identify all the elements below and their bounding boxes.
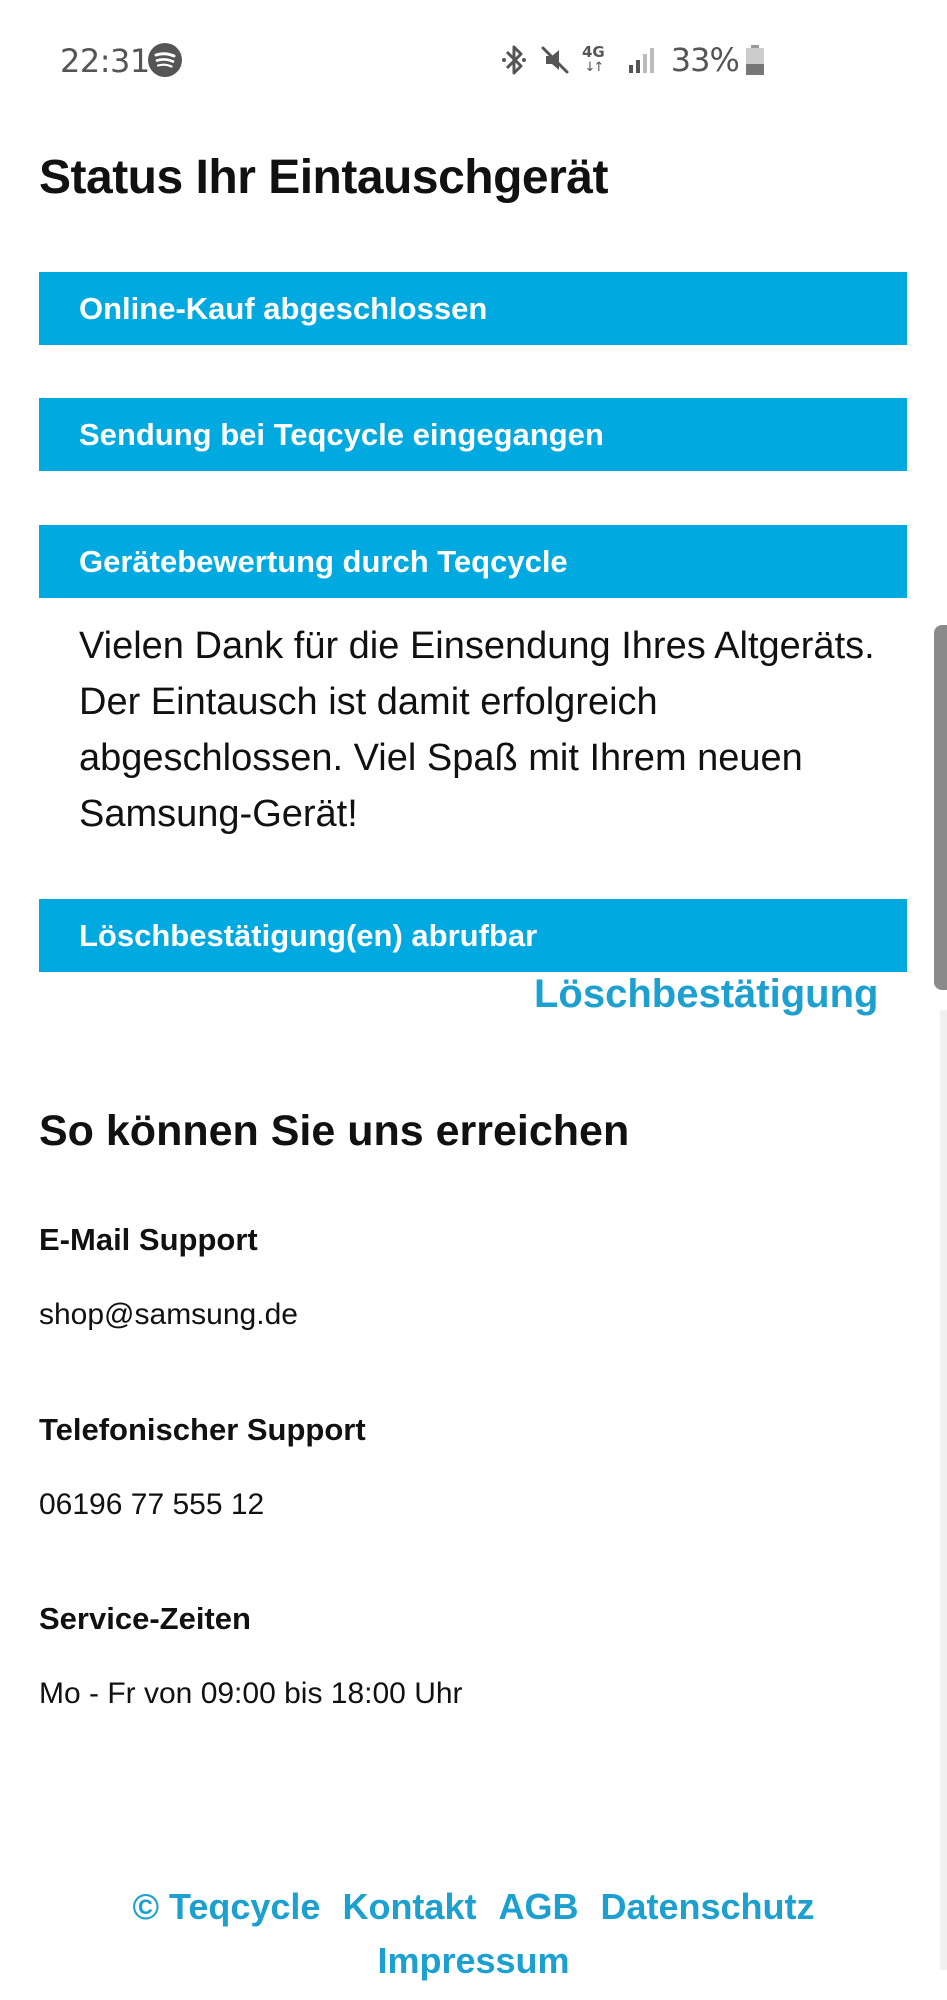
phone-support-value[interactable]: 06196 77 555 12	[39, 1488, 264, 1522]
footer-copyright-link[interactable]: © Teqcycle	[133, 1880, 321, 1934]
phone-support-heading: Telefonischer Support	[39, 1412, 366, 1447]
step-shipment-received: Sendung bei Teqcycle eingegangen	[39, 398, 907, 471]
bluetooth-icon	[500, 42, 528, 78]
footer-terms-link[interactable]: AGB	[498, 1880, 578, 1934]
spotify-icon	[148, 43, 182, 77]
footer-row-primary: © Teqcycle Kontakt AGB Datenschutz	[0, 1880, 947, 1934]
step-label: Online-Kauf abgeschlossen	[79, 290, 488, 326]
step-label: Löschbestätigung(en) abrufbar	[79, 917, 538, 953]
email-support-heading: E-Mail Support	[39, 1222, 258, 1257]
email-support-value[interactable]: shop@samsung.de	[39, 1298, 298, 1332]
footer-row-secondary: Impressum	[0, 1934, 947, 1988]
step-label: Sendung bei Teqcycle eingegangen	[79, 416, 604, 452]
signal-icon	[627, 45, 657, 75]
step-label: Gerätebewertung durch Teqcycle	[79, 543, 568, 579]
mute-icon	[538, 43, 572, 77]
footer-privacy-link[interactable]: Datenschutz	[600, 1880, 814, 1934]
deletion-confirmation-link[interactable]: Löschbestätigung	[534, 972, 878, 1017]
scrollbar-thumb[interactable]	[934, 625, 947, 990]
service-hours-heading: Service-Zeiten	[39, 1601, 251, 1636]
battery-icon	[745, 44, 765, 76]
footer-contact-link[interactable]: Kontakt	[342, 1880, 476, 1934]
status-bar: 22:31 4G ↓↑ 33%	[0, 0, 947, 120]
step-deletion-confirmation: Löschbestätigung(en) abrufbar	[39, 899, 907, 972]
network-4g-icon: 4G ↓↑	[582, 43, 605, 75]
network-label: 4G	[582, 43, 605, 61]
page-title: Status Ihr Eintauschgerät	[39, 151, 608, 204]
contact-title: So können Sie uns erreichen	[39, 1107, 630, 1155]
step-online-purchase: Online-Kauf abgeschlossen	[39, 272, 907, 345]
status-time: 22:31	[60, 42, 150, 80]
battery-percent: 33%	[670, 41, 740, 79]
step-device-evaluation: Gerätebewertung durch Teqcycle	[39, 525, 907, 598]
service-hours-value: Mo - Fr von 09:00 bis 18:00 Uhr	[39, 1677, 463, 1710]
footer-imprint-link[interactable]: Impressum	[377, 1934, 569, 1988]
status-icons: 4G ↓↑ 33%	[500, 40, 775, 80]
scrollbar-track[interactable]	[940, 1010, 947, 1970]
footer: © Teqcycle Kontakt AGB Datenschutz Impre…	[0, 1880, 947, 1988]
evaluation-message: Vielen Dank für die Einsendung Ihres Alt…	[79, 625, 875, 835]
